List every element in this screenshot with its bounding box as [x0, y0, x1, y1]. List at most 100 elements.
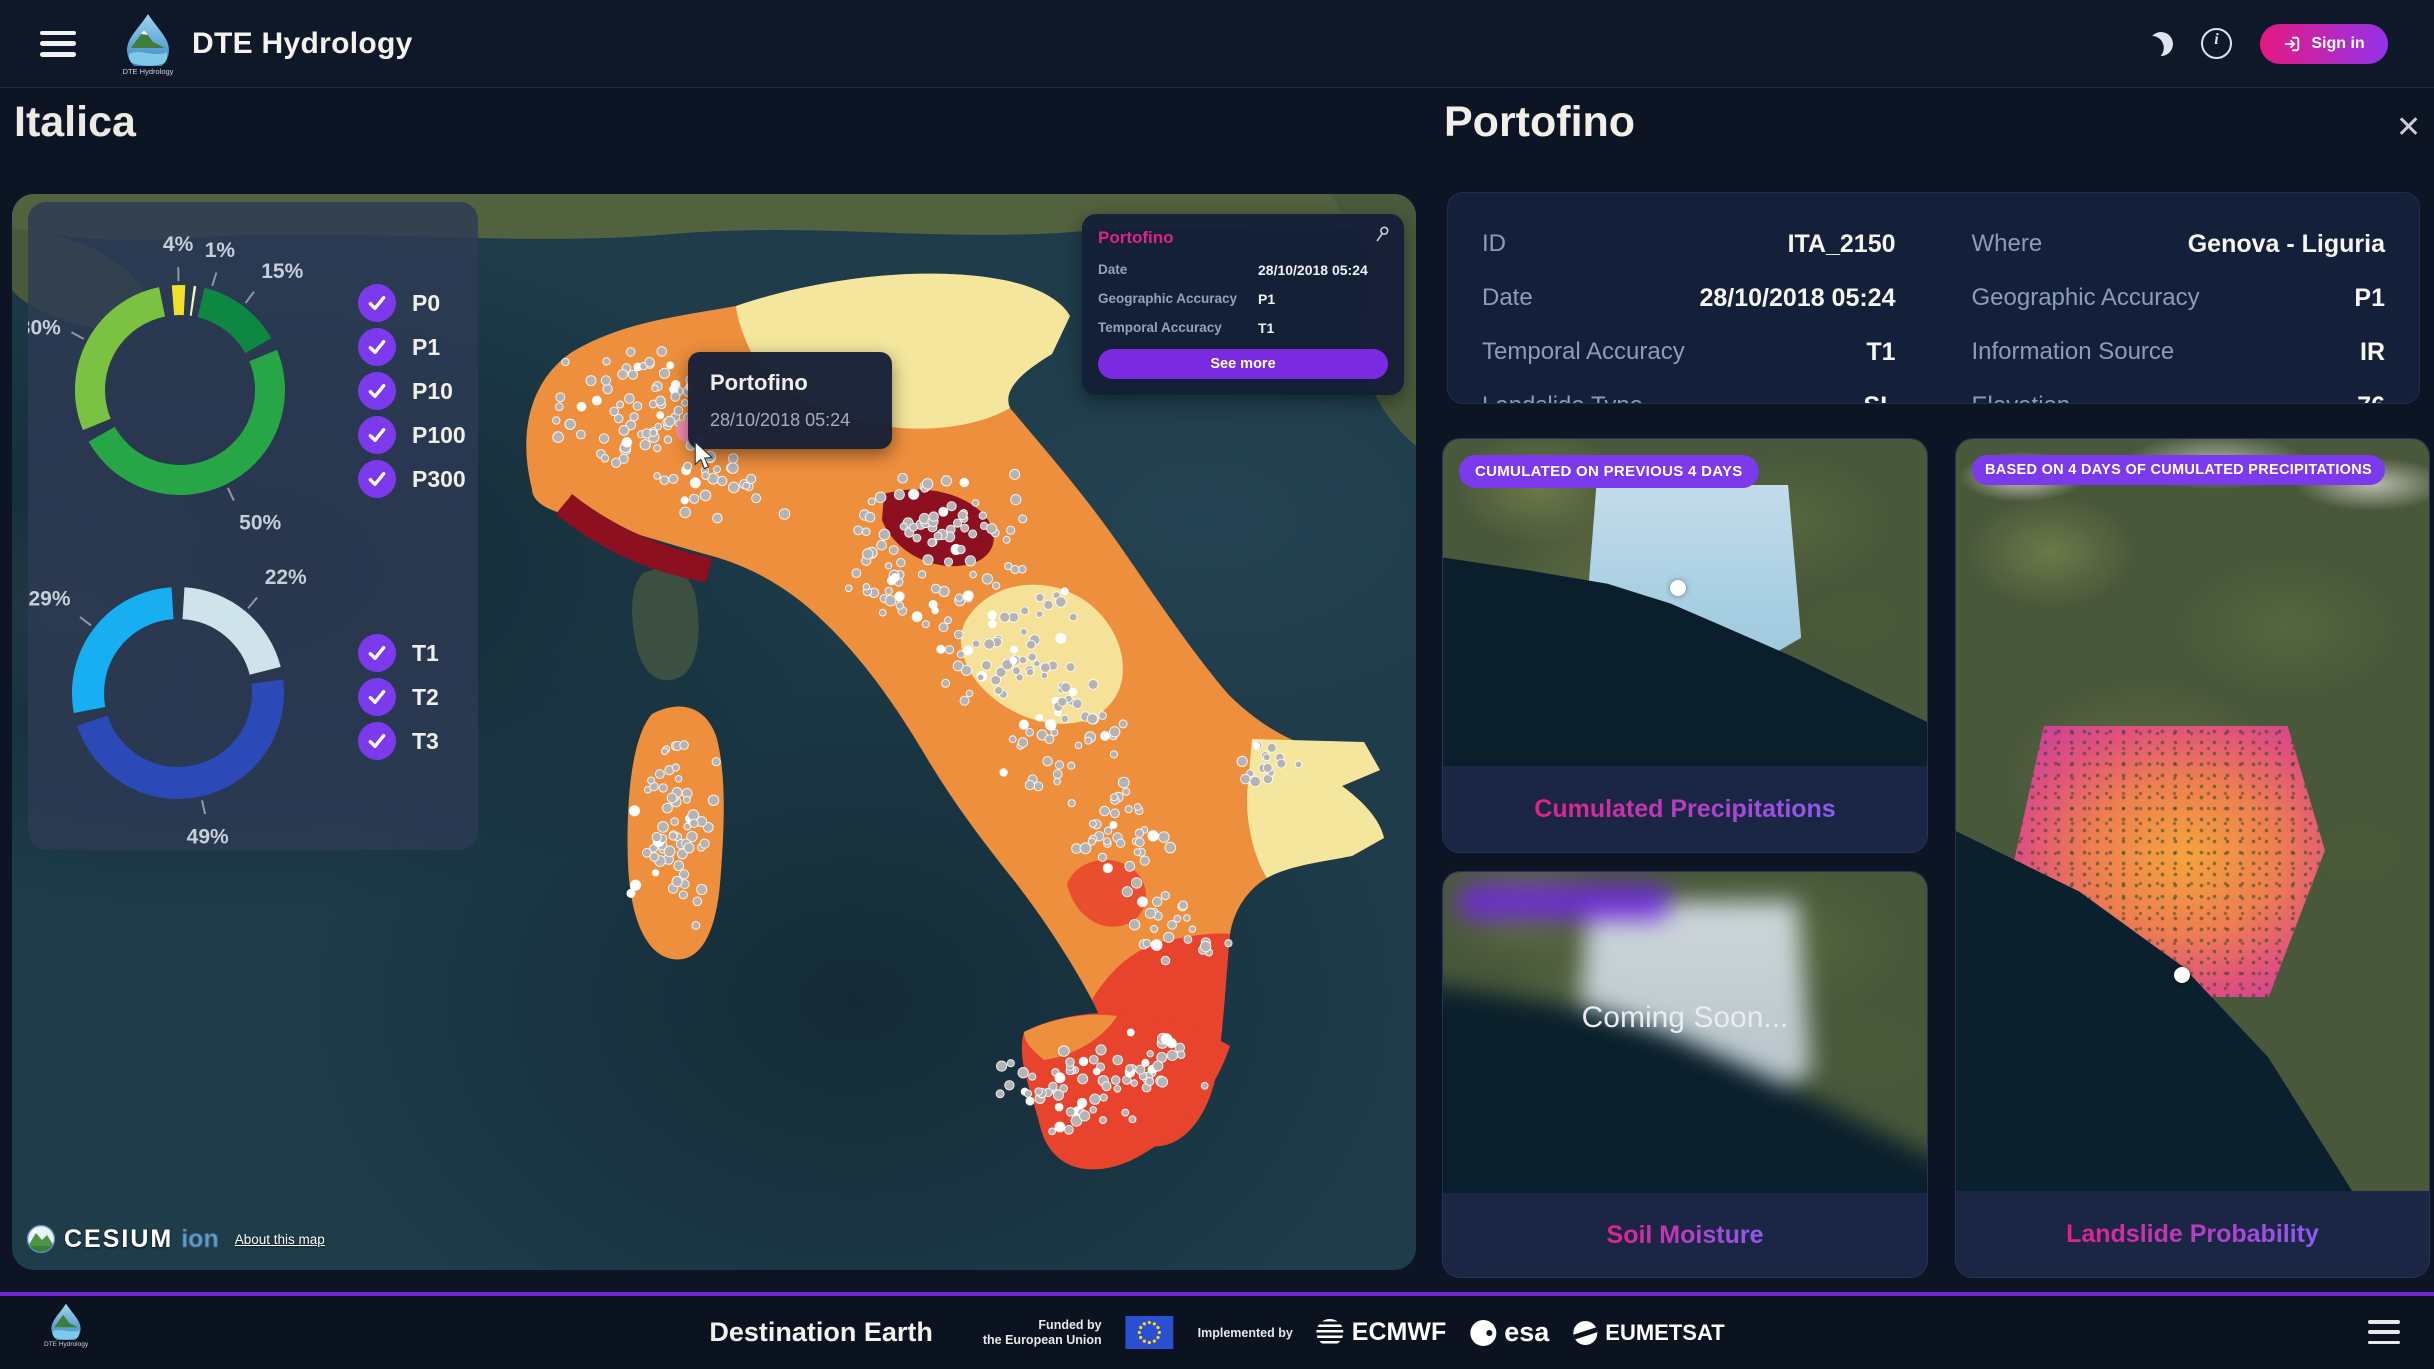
landslide-event-dot[interactable]	[664, 846, 675, 857]
landslide-event-dot[interactable]	[897, 559, 905, 567]
landslide-event-dot[interactable]	[1101, 731, 1110, 740]
landslide-event-dot[interactable]	[1087, 714, 1097, 724]
landslide-event-dot[interactable]	[1102, 1082, 1111, 1091]
landslide-event-dot[interactable]	[659, 368, 669, 378]
landslide-event-dot[interactable]	[697, 884, 707, 894]
landslide-event-dot[interactable]	[1026, 668, 1033, 675]
landslide-event-dot[interactable]	[1143, 939, 1151, 947]
landslide-event-dot[interactable]	[1024, 1090, 1031, 1097]
landslide-event-dot[interactable]	[1069, 688, 1077, 696]
landslide-event-dot[interactable]	[1110, 751, 1117, 758]
landslide-event-dot[interactable]	[1044, 600, 1053, 609]
landslide-event-dot[interactable]	[945, 646, 953, 654]
landslide-event-dot[interactable]	[633, 402, 641, 410]
cumulated-precipitations-card[interactable]: CUMULATED ON PREVIOUS 4 DAYS Cumulated P…	[1442, 438, 1928, 853]
landslide-event-dot[interactable]	[845, 585, 852, 592]
sign-in-button[interactable]: Sign in	[2260, 24, 2388, 64]
landslide-event-dot[interactable]	[1103, 864, 1112, 873]
landslide-event-dot[interactable]	[1034, 660, 1040, 666]
landslide-event-dot[interactable]	[629, 806, 639, 816]
landslide-event-dot[interactable]	[1135, 838, 1144, 847]
landslide-event-dot[interactable]	[601, 455, 609, 463]
landslide-event-dot[interactable]	[1055, 761, 1063, 769]
landslide-event-dot[interactable]	[660, 476, 669, 485]
landslide-event-dot[interactable]	[626, 348, 635, 357]
landslide-event-dot[interactable]	[1151, 925, 1158, 932]
pin-icon[interactable]	[1372, 224, 1392, 244]
landslide-event-dot[interactable]	[659, 784, 667, 792]
landslide-event-dot[interactable]	[1147, 1051, 1153, 1057]
landslide-event-dot[interactable]	[1053, 770, 1062, 779]
landslide-event-dot[interactable]	[1127, 1029, 1134, 1036]
landslide-event-dot[interactable]	[1016, 674, 1023, 681]
landslide-event-dot[interactable]	[610, 407, 619, 416]
landslide-event-dot[interactable]	[1068, 800, 1075, 807]
landslide-event-dot[interactable]	[1026, 1097, 1034, 1105]
landslide-event-dot[interactable]	[875, 492, 886, 503]
landslide-event-dot[interactable]	[1035, 1088, 1043, 1096]
landslide-event-dot[interactable]	[1125, 861, 1135, 871]
landslide-event-dot[interactable]	[972, 500, 979, 507]
soil-moisture-card[interactable]: Coming Soon... Soil Moisture	[1442, 871, 1928, 1278]
landslide-event-dot[interactable]	[939, 507, 948, 516]
landslide-event-dot[interactable]	[1267, 743, 1276, 752]
landslide-event-dot[interactable]	[937, 645, 945, 653]
landslide-event-dot[interactable]	[655, 770, 664, 779]
landslide-event-dot[interactable]	[1125, 806, 1132, 813]
landslide-event-dot[interactable]	[752, 494, 761, 503]
landslide-event-dot[interactable]	[982, 660, 992, 670]
landslide-event-dot[interactable]	[645, 358, 654, 367]
landslide-event-dot[interactable]	[684, 462, 692, 470]
map-canvas[interactable]: 4%1%15%50%30% P0 P1 P10 P100 P300	[12, 194, 1416, 1270]
landslide-event-dot[interactable]	[1021, 607, 1029, 615]
landslide-event-dot[interactable]	[577, 402, 586, 411]
landslide-event-dot[interactable]	[1036, 611, 1043, 618]
landslide-event-dot[interactable]	[896, 602, 903, 609]
landslide-event-dot[interactable]	[667, 793, 677, 803]
landslide-event-dot[interactable]	[1073, 699, 1083, 709]
landslide-event-dot[interactable]	[1019, 720, 1028, 729]
landslide-event-dot[interactable]	[1020, 628, 1027, 635]
landslide-event-dot[interactable]	[982, 574, 992, 584]
landslide-event-dot[interactable]	[1201, 1082, 1208, 1089]
landslide-event-dot[interactable]	[654, 473, 661, 480]
landslide-event-dot[interactable]	[1010, 657, 1017, 664]
landslide-event-dot[interactable]	[898, 473, 908, 483]
landslide-event-dot[interactable]	[1045, 735, 1054, 744]
landslide-event-dot[interactable]	[1093, 1068, 1100, 1075]
landslide-event-dot[interactable]	[995, 686, 1003, 694]
landslide-event-dot[interactable]	[931, 584, 940, 593]
landslide-event-dot[interactable]	[944, 558, 952, 566]
legend-item-p0[interactable]: P0	[358, 284, 466, 322]
landslide-event-dot[interactable]	[1058, 697, 1067, 706]
landslide-event-dot[interactable]	[912, 612, 922, 622]
landslide-event-dot[interactable]	[939, 623, 948, 632]
landslide-event-dot[interactable]	[650, 853, 659, 862]
landslide-event-dot[interactable]	[1019, 656, 1027, 664]
landslide-event-dot[interactable]	[674, 406, 683, 415]
landslide-event-dot[interactable]	[1059, 1046, 1070, 1057]
landslide-event-dot[interactable]	[970, 571, 977, 578]
landslide-event-dot[interactable]	[1090, 1094, 1100, 1104]
landslide-event-dot[interactable]	[852, 569, 861, 578]
landslide-event-dot[interactable]	[1041, 672, 1048, 679]
landslide-event-dot[interactable]	[700, 490, 711, 501]
landslide-event-dot[interactable]	[1179, 901, 1188, 910]
landslide-event-dot[interactable]	[1088, 680, 1098, 690]
landslide-event-dot[interactable]	[1003, 536, 1010, 543]
landslide-event-dot[interactable]	[1079, 1111, 1089, 1121]
landslide-event-dot[interactable]	[955, 630, 964, 639]
landslide-event-dot[interactable]	[1011, 646, 1018, 653]
legend-item-p100[interactable]: P100	[358, 416, 466, 454]
landslide-probability-card[interactable]: BASED ON 4 DAYS OF CUMULATED PRECIPITATI…	[1955, 438, 2430, 1278]
landslide-event-dot[interactable]	[879, 529, 890, 540]
landslide-event-dot[interactable]	[669, 474, 678, 483]
landslide-event-dot[interactable]	[1161, 892, 1169, 900]
landslide-event-dot[interactable]	[1056, 633, 1066, 643]
landslide-event-dot[interactable]	[1036, 594, 1044, 602]
landslide-event-dot[interactable]	[712, 758, 720, 766]
landslide-event-dot[interactable]	[1007, 526, 1015, 534]
landslide-event-dot[interactable]	[625, 394, 635, 404]
landslide-event-dot[interactable]	[929, 512, 938, 521]
legend-item-t3[interactable]: T3	[358, 722, 439, 760]
